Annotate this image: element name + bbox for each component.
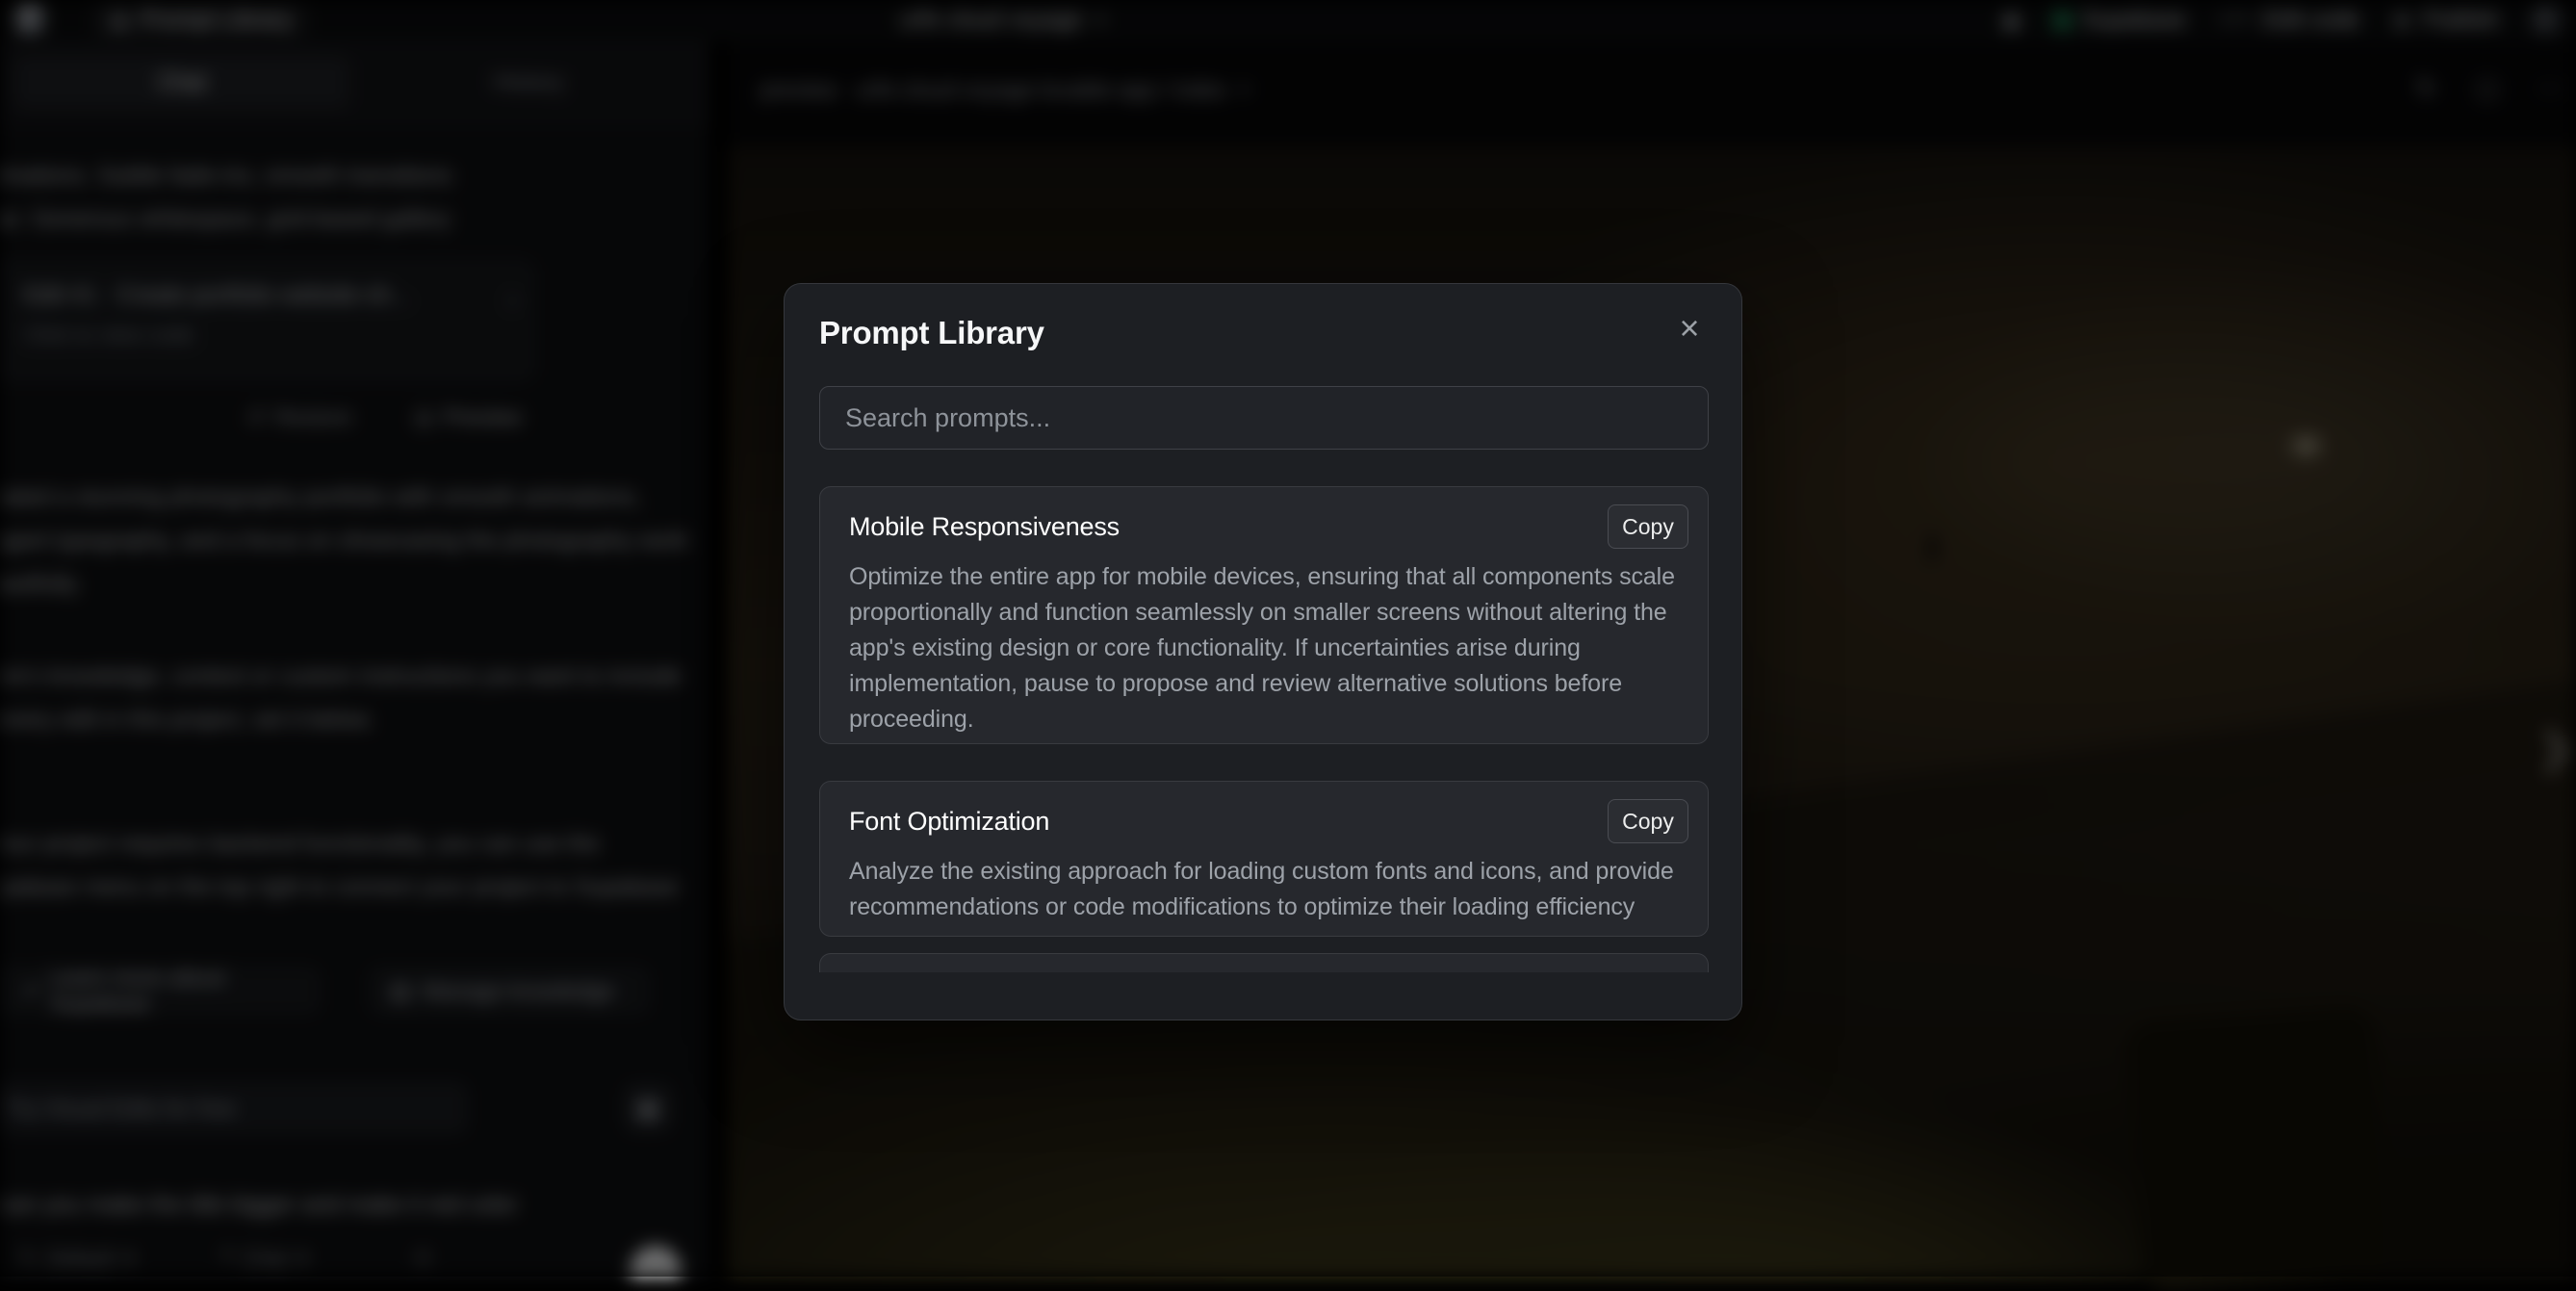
copy-button[interactable]: Copy <box>1608 799 1688 843</box>
prompt-card-mobile-responsiveness: Mobile Responsiveness Copy Optimize the … <box>819 486 1709 744</box>
prompt-library-modal: Prompt Library × Mobile Responsiveness C… <box>784 283 1742 1020</box>
prompt-card-font-optimization: Font Optimization Copy Analyze the exist… <box>819 781 1709 937</box>
prompt-card-partial <box>819 953 1709 972</box>
prompt-body: Optimize the entire app for mobile devic… <box>849 559 1690 737</box>
copy-button[interactable]: Copy <box>1608 504 1688 549</box>
search-input[interactable] <box>819 386 1709 450</box>
app-screen: ▤ Prompt Library urfe cloud voyage ▾ ◉ S… <box>0 0 2576 1277</box>
prompt-body: Analyze the existing approach for loadin… <box>849 854 1690 925</box>
prompt-title: Font Optimization <box>849 807 1679 837</box>
close-icon[interactable]: × <box>1666 305 1713 351</box>
modal-title: Prompt Library <box>819 315 1044 351</box>
prompt-title: Mobile Responsiveness <box>849 512 1679 542</box>
